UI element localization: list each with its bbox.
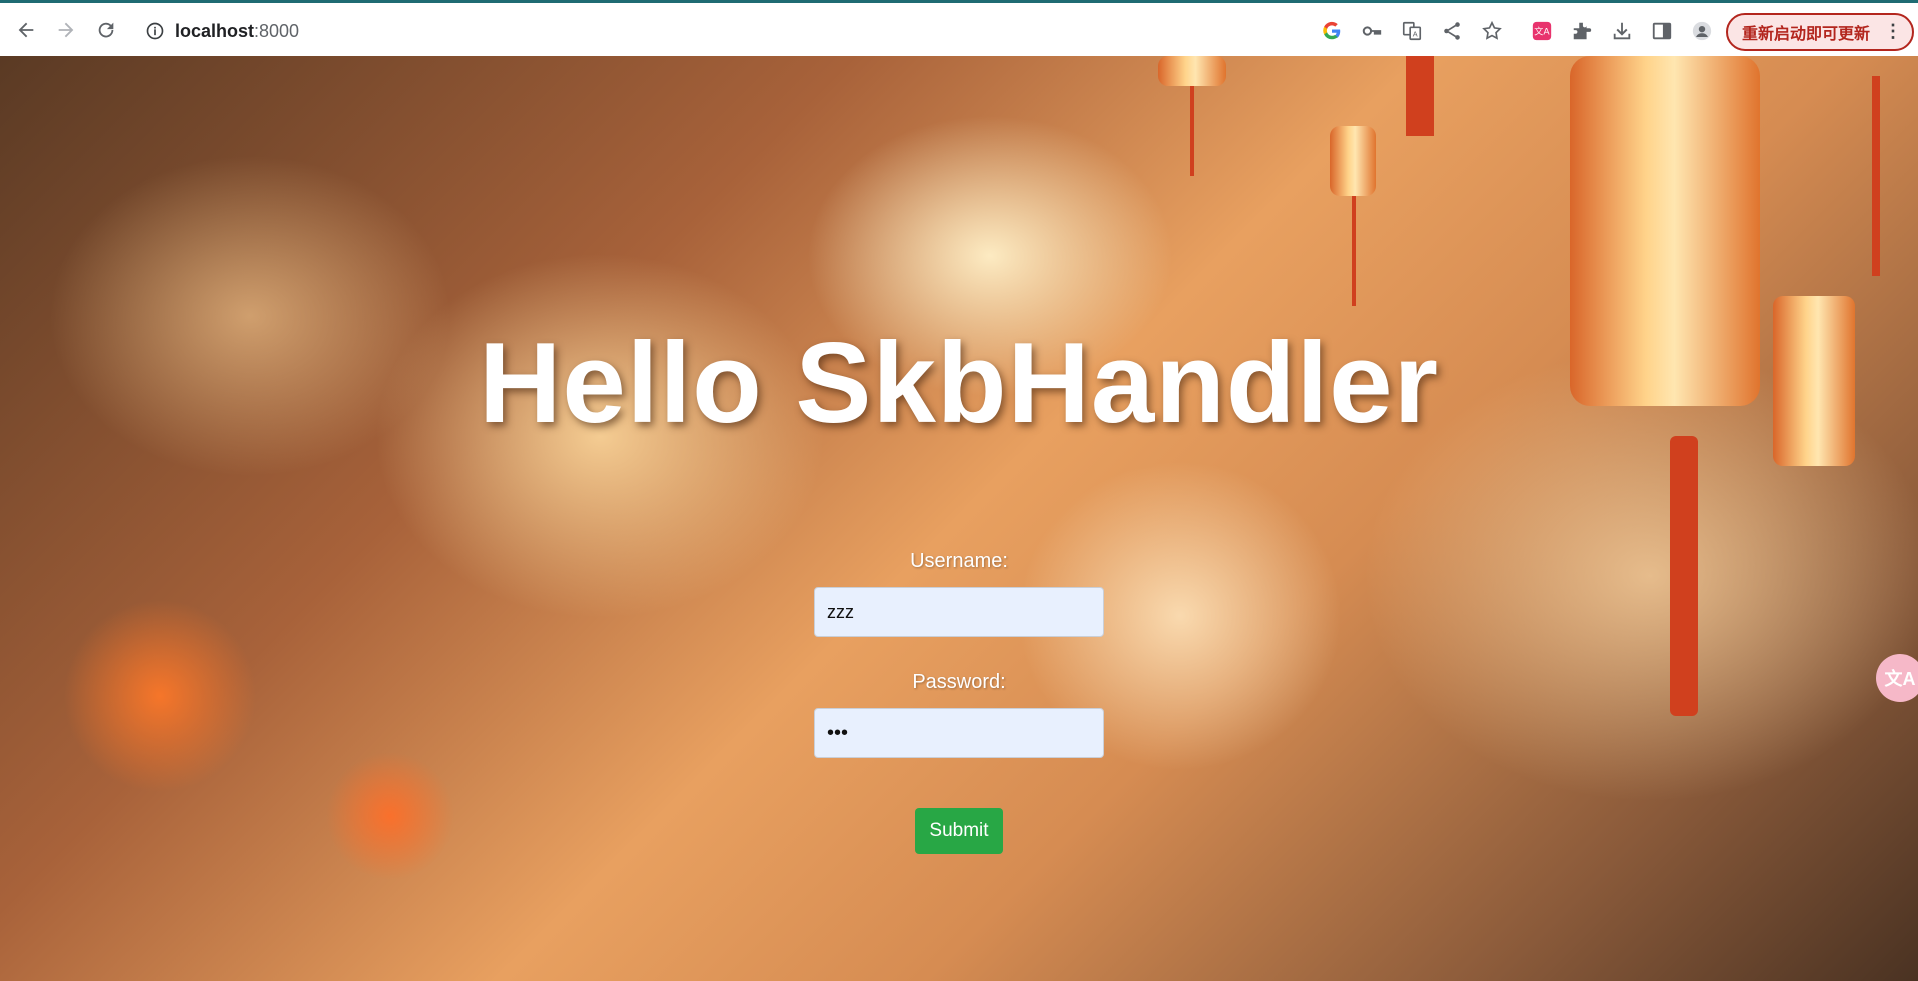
profile-icon[interactable] (1682, 11, 1722, 51)
lantern-tassel (1406, 56, 1434, 136)
password-input[interactable]: ••• (814, 708, 1104, 758)
extension-icons: 文A (1522, 11, 1722, 51)
svg-text:文A: 文A (1534, 26, 1550, 38)
url-text[interactable]: localhost:8000 (175, 21, 299, 42)
url-port: :8000 (254, 20, 300, 41)
password-label: Password: (912, 671, 1006, 693)
floating-translate-icon[interactable]: 文A (1876, 654, 1918, 702)
username-label: Username: (910, 550, 1008, 572)
svg-text:A: A (1413, 30, 1418, 39)
star-icon[interactable] (1472, 11, 1512, 51)
address-bar[interactable]: localhost:8000 (135, 11, 1505, 51)
lantern-tassel (1190, 86, 1194, 176)
page-title: Hello SkbHandler (479, 320, 1439, 447)
update-label: 重新启动即可更新 (1742, 26, 1871, 43)
username-input[interactable]: zzz (814, 587, 1104, 637)
info-icon[interactable] (143, 19, 167, 43)
lantern (1330, 126, 1376, 196)
share-icon[interactable] (1432, 11, 1472, 51)
browser-toolbar: localhost:8000 A 文A 重新启动即可更新 ⋮ (0, 0, 1918, 56)
translate-icon[interactable]: A (1392, 11, 1432, 51)
toolbar-icons: A (1312, 11, 1512, 51)
submit-button[interactable]: Submit (915, 808, 1003, 854)
download-icon[interactable] (1602, 11, 1642, 51)
extension-translate-icon[interactable]: 文A (1522, 11, 1562, 51)
forward-icon[interactable] (46, 10, 86, 50)
back-icon[interactable] (6, 10, 46, 50)
reload-icon[interactable] (86, 10, 126, 50)
lantern (1158, 56, 1226, 86)
lantern-tassel (1352, 196, 1356, 306)
side-panel-icon[interactable] (1642, 11, 1682, 51)
update-button[interactable]: 重新启动即可更新 ⋮ (1726, 13, 1914, 51)
google-icon[interactable] (1312, 11, 1352, 51)
puzzle-icon[interactable] (1562, 11, 1602, 51)
url-host: localhost (175, 20, 255, 41)
more-icon[interactable]: ⋮ (1884, 21, 1902, 42)
key-icon[interactable] (1352, 11, 1392, 51)
lantern-tassel (1872, 76, 1880, 276)
